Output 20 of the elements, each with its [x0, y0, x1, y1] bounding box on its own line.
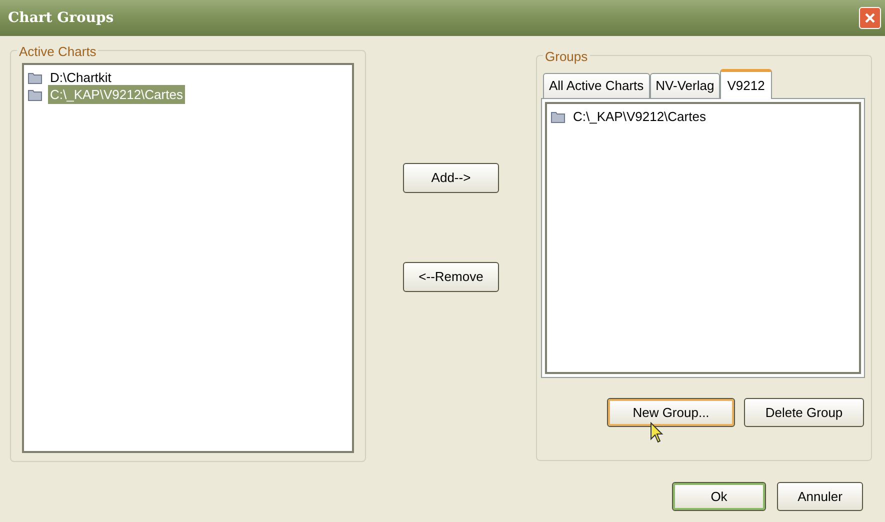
group-button[interactable]: Delete Group [744, 398, 864, 427]
folder-icon [551, 110, 565, 122]
tab[interactable]: NV-Verlag [650, 73, 720, 98]
cursor-icon [650, 422, 664, 444]
move-button[interactable]: Add--> [403, 163, 499, 193]
dialog-button[interactable]: Annuler [777, 482, 863, 511]
close-button[interactable] [859, 7, 881, 29]
list-box[interactable]: D:\Chartkit C:\_KAP\V9212\Cartes [22, 63, 354, 453]
folder-icon [28, 88, 42, 100]
dialog-button[interactable]: Ok [672, 482, 766, 511]
tab[interactable]: V9212 [720, 69, 772, 99]
tab[interactable]: All Active Charts [543, 73, 650, 98]
group-button[interactable]: New Group... [607, 398, 735, 427]
close-icon [864, 12, 876, 24]
move-button[interactable]: <--Remove [403, 262, 499, 292]
list-box[interactable]: C:\_KAP\V9212\Cartes [545, 102, 861, 374]
list-item[interactable]: D:\Chartkit [48, 68, 114, 88]
window-title: Chart Groups [8, 8, 114, 28]
list-item[interactable]: C:\_KAP\V9212\Cartes [571, 106, 708, 126]
folder-icon [28, 72, 42, 84]
